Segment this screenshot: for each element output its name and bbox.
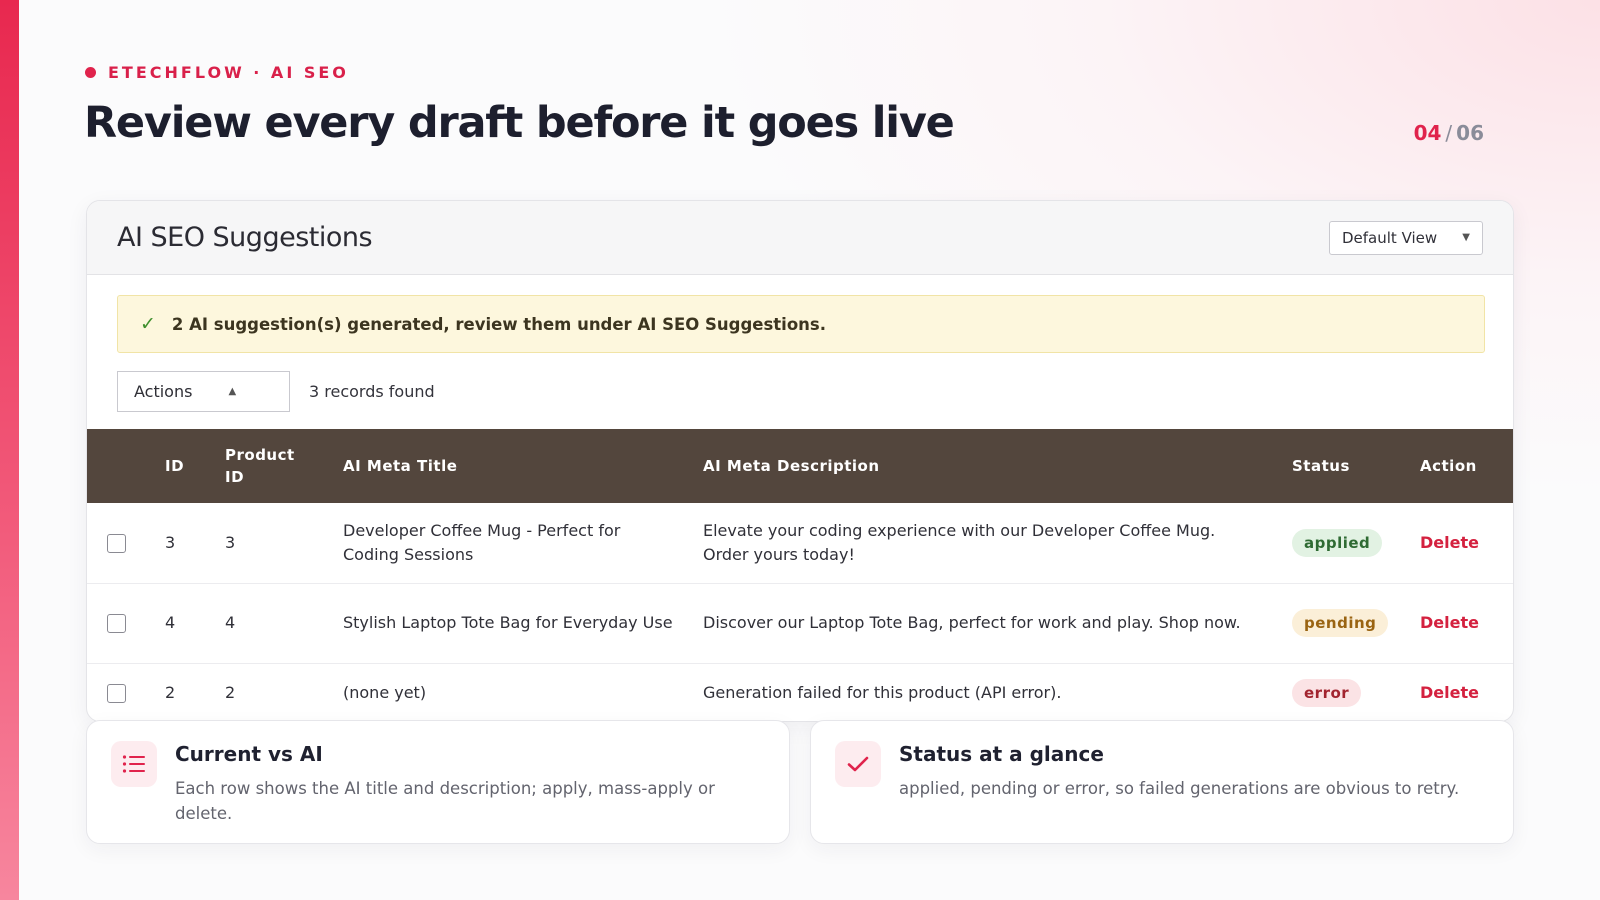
page-separator: / <box>1445 121 1453 145</box>
cell-product-id: 2 <box>225 683 236 703</box>
cell-meta-title: (none yet) <box>343 683 427 703</box>
delete-link[interactable]: Delete <box>1420 683 1479 702</box>
table-row: 2 2 (none yet) Generation failed for thi… <box>87 663 1513 721</box>
eyebrow-text: ETECHFLOW · AI SEO <box>108 63 349 82</box>
feature-card-status: Status at a glance applied, pending or e… <box>810 720 1514 844</box>
row-checkbox[interactable] <box>107 614 126 633</box>
feature-card-current-vs-ai: Current vs AI Each row shows the AI titl… <box>86 720 790 844</box>
page-title: Review every draft before it goes live <box>84 98 955 148</box>
accent-bar <box>0 0 19 900</box>
row-checkbox[interactable] <box>107 684 126 704</box>
panel-header: AI SEO Suggestions Default View ▼ <box>87 201 1513 275</box>
cell-product-id: 3 <box>225 532 236 552</box>
cell-meta-title: Stylish Laptop Tote Bag for Everyday Use <box>343 613 673 632</box>
delete-link[interactable]: Delete <box>1420 533 1479 552</box>
delete-link[interactable]: Delete <box>1420 613 1479 632</box>
chevron-down-icon: ▼ <box>1462 232 1470 243</box>
cell-meta-description: Elevate your coding experience with our … <box>703 520 1216 564</box>
table-header-row: ID Product ID AI Meta Title AI Meta Descr… <box>87 429 1513 503</box>
eyebrow-dot-icon <box>85 67 96 78</box>
actions-dropdown[interactable]: Actions ▲ <box>117 370 290 412</box>
ai-seo-panel: AI SEO Suggestions Default View ▼ ✓ 2 AI… <box>86 200 1514 722</box>
row-checkbox[interactable] <box>107 533 126 553</box>
records-count: 3 records found <box>309 381 435 401</box>
cell-product-id: 4 <box>225 613 236 632</box>
col-meta-title[interactable]: AI Meta Title <box>343 429 703 503</box>
cell-meta-description: Discover our Laptop Tote Bag, perfect fo… <box>703 613 1241 632</box>
table-row: 3 3 Developer Coffee Mug - Perfect for C… <box>87 503 1513 583</box>
suggestions-table: ID Product ID AI Meta Title AI Meta Descr… <box>87 429 1513 721</box>
card-text: Each row shows the AI title and descript… <box>175 779 715 823</box>
cell-meta-description: Generation failed for this product (API … <box>703 683 1062 703</box>
list-icon <box>111 741 157 787</box>
page-total: 06 <box>1456 121 1484 145</box>
col-product-id-line1: Product <box>225 446 295 464</box>
panel-title: AI SEO Suggestions <box>117 222 373 253</box>
view-select-value: Default View <box>1342 228 1438 247</box>
view-select[interactable]: Default View ▼ <box>1329 220 1483 255</box>
cell-id: 4 <box>165 613 176 632</box>
cell-id: 2 <box>165 683 176 703</box>
status-badge: error <box>1292 679 1362 708</box>
checkmark-icon: ✓ <box>140 313 156 335</box>
table-row: 4 4 Stylish Laptop Tote Bag for Everyday… <box>87 583 1513 663</box>
col-action: Action <box>1420 457 1477 475</box>
success-notice: ✓ 2 AI suggestion(s) generated, review t… <box>117 295 1485 353</box>
cell-meta-title: Developer Coffee Mug - Perfect for Codin… <box>343 520 621 564</box>
col-meta-description[interactable]: AI Meta Description <box>703 429 1292 503</box>
eyebrow: ETECHFLOW · AI SEO <box>85 63 349 82</box>
card-title: Current vs AI <box>175 742 323 766</box>
chevron-up-icon: ▲ <box>228 385 237 397</box>
check-icon <box>835 741 881 787</box>
page-counter: 04/06 <box>1414 121 1484 145</box>
col-status[interactable]: Status <box>1292 429 1420 503</box>
page-current: 04 <box>1413 121 1442 145</box>
col-product-id[interactable]: Product ID <box>225 429 343 503</box>
col-id[interactable]: ID <box>165 429 225 503</box>
status-badge: applied <box>1292 528 1383 557</box>
card-title: Status at a glance <box>899 742 1104 766</box>
col-product-id-line2: ID <box>225 468 245 486</box>
grid-toolbar: Actions ▲ 3 records found <box>117 370 435 412</box>
actions-label: Actions <box>134 381 193 401</box>
status-badge: pending <box>1292 609 1389 637</box>
cell-id: 3 <box>165 532 176 552</box>
card-text: applied, pending or error, so failed gen… <box>899 779 1460 798</box>
col-select <box>87 429 165 503</box>
notice-text: 2 AI suggestion(s) generated, review the… <box>171 314 827 334</box>
